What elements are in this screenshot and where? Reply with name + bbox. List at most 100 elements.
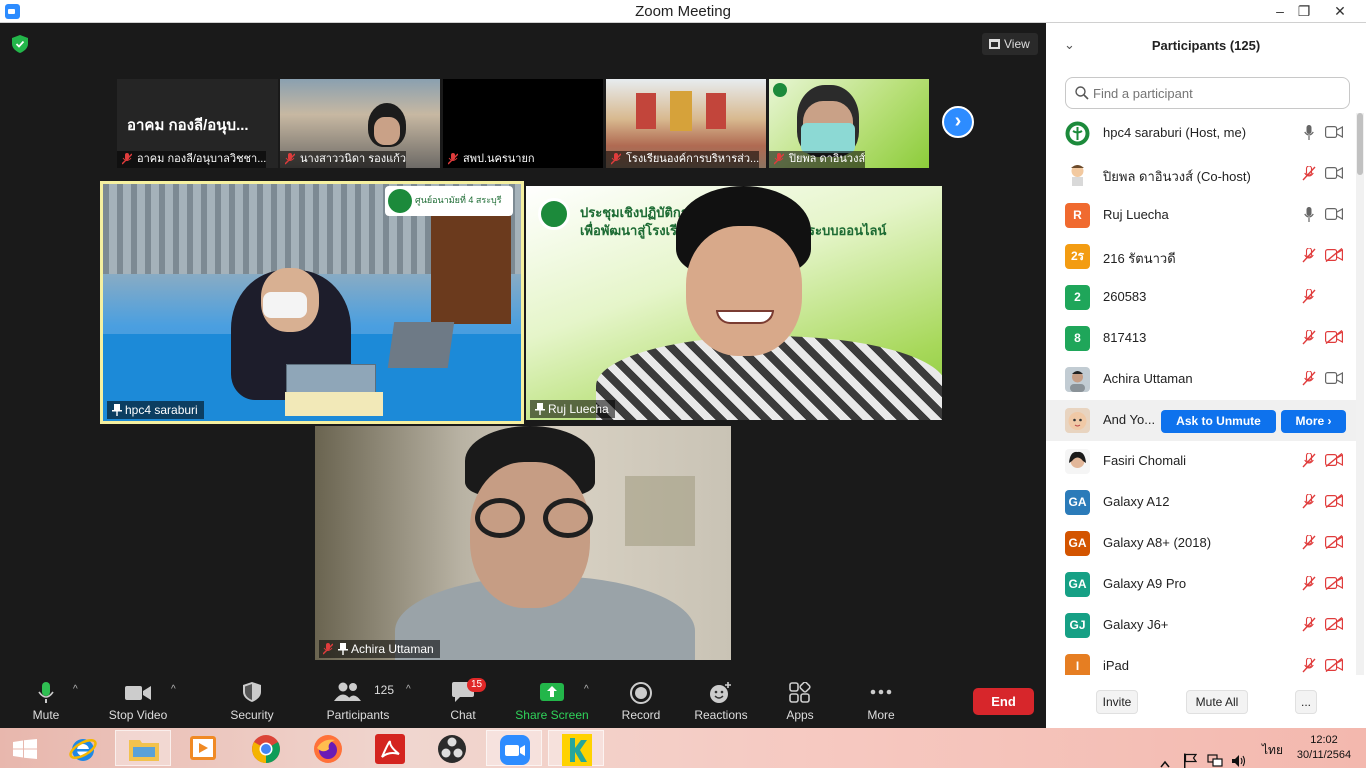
mic-muted-icon[interactable] [1302, 534, 1316, 555]
thumbnail-video[interactable]: อาคม กองลี/อนุบ... อาคม กองลี/อนุบาลวิชช… [117, 79, 278, 168]
video-off-icon [1325, 493, 1343, 513]
share-options-caret[interactable]: ^ [584, 684, 589, 695]
participants-options-caret[interactable]: ^ [406, 684, 411, 695]
mute-all-button[interactable]: Mute All [1186, 690, 1248, 714]
thumbnail-name: นางสาววนิดา รองแก้ว [300, 153, 407, 165]
input-language[interactable]: ไทย [1262, 741, 1283, 768]
search-input[interactable] [1093, 78, 1333, 108]
mic-muted-icon[interactable] [1302, 288, 1316, 309]
invite-button[interactable]: Invite [1096, 690, 1138, 714]
mic-muted-icon[interactable] [1302, 247, 1316, 268]
participant-row[interactable]: 8 817413 [1046, 318, 1356, 359]
mic-muted-icon[interactable] [1302, 657, 1316, 675]
thumbnail-label: อาคม กองลี/อนุบาลวิชชา... [117, 151, 267, 168]
mic-muted-icon[interactable] [1302, 616, 1316, 637]
stop-video-button[interactable]: Stop Video [104, 678, 172, 728]
participant-row[interactable]: hpc4 saraburi (Host, me) [1046, 113, 1356, 154]
video-tile-host[interactable]: ศูนย์อนามัยที่ 4 สระบุรี hpc4 saraburi [100, 181, 524, 424]
maximize-button[interactable]: ❐ [1286, 0, 1322, 22]
participant-row[interactable]: And Yo... Ask to Unmute More › [1046, 400, 1356, 441]
participant-avatar-image [1065, 449, 1090, 474]
thumbnail-video[interactable]: สพป.นครนายก [443, 79, 603, 168]
security-button[interactable]: Security [224, 678, 280, 728]
taskbar-chrome[interactable] [238, 730, 294, 766]
thumbnail-video[interactable]: โรงเรียนองค์การบริหารส่ว... [606, 79, 766, 168]
record-button[interactable]: Record [613, 678, 669, 728]
mute-options-caret[interactable]: ^ [73, 684, 78, 695]
apps-button[interactable]: Apps [776, 678, 824, 728]
participant-row[interactable]: 2ร 216 รัตนาวดี [1046, 236, 1356, 277]
video-options-caret[interactable]: ^ [171, 684, 176, 695]
chat-label: Chat [450, 708, 476, 722]
more-button[interactable]: More [858, 678, 904, 728]
participant-search[interactable] [1065, 77, 1350, 109]
security-label: Security [230, 708, 274, 722]
taskbar-clock[interactable]: 12:02 30/11/2564 [1292, 733, 1356, 763]
participant-row[interactable]: Achira Uttaman [1046, 359, 1356, 400]
mic-muted-icon[interactable] [1302, 493, 1316, 514]
start-button[interactable] [0, 730, 56, 766]
participant-name: 216 รัตนาวดี [1103, 251, 1176, 266]
thumbnail-name-display: อาคม กองลี/อนุบ... [127, 117, 249, 134]
mic-muted-icon[interactable] [1302, 165, 1316, 186]
show-hidden-icons-chevron[interactable] [1160, 744, 1170, 768]
mic-muted-icon [122, 153, 132, 165]
grid-view-icon [989, 39, 1000, 49]
mic-muted-icon[interactable] [1302, 452, 1316, 473]
thumbnail-video[interactable]: ปิยพล ดาอินวงส์ [769, 79, 929, 168]
action-center-flag-icon[interactable] [1183, 741, 1197, 768]
video-tile[interactable]: Achira Uttaman [315, 426, 731, 660]
volume-icon[interactable] [1231, 741, 1247, 768]
taskbar-obs[interactable] [424, 730, 480, 766]
taskbar-file-explorer[interactable] [115, 730, 171, 766]
close-button[interactable]: ✕ [1322, 0, 1358, 22]
mic-muted-icon [448, 153, 458, 165]
microphone-icon[interactable] [1304, 207, 1314, 227]
network-icon[interactable] [1207, 741, 1223, 768]
ask-to-unmute-button[interactable]: Ask to Unmute [1161, 410, 1276, 433]
mute-label: Mute [32, 708, 60, 722]
mic-muted-icon[interactable] [1302, 329, 1316, 350]
reactions-button[interactable]: Reactions [688, 678, 754, 728]
end-meeting-button[interactable]: End [973, 688, 1034, 715]
participant-row[interactable]: IiPad [1046, 646, 1356, 675]
scrollbar-thumb[interactable] [1357, 113, 1363, 175]
participants-button[interactable]: 125 Participants [322, 678, 394, 728]
participant-name: Ruj Luecha [1103, 207, 1169, 222]
mute-button[interactable]: Mute [16, 678, 76, 728]
participant-row[interactable]: 2 260583 [1046, 277, 1356, 318]
taskbar-firefox[interactable] [300, 730, 356, 766]
share-screen-label: Share Screen [515, 708, 589, 722]
participant-more-button[interactable]: More › [1281, 410, 1346, 433]
participant-list-scrollbar[interactable] [1356, 113, 1364, 675]
mic-muted-icon[interactable] [1302, 575, 1316, 596]
participant-row[interactable]: ปิยพล ดาอินวงส์ (Co-host) [1046, 154, 1356, 195]
video-tile[interactable]: ประชุมเชิงปฏิบัติการเครื เพื่อพัฒนาสู่โร… [526, 186, 942, 420]
thumbnail-video[interactable]: นางสาววนิดา รองแก้ว [280, 79, 440, 168]
mic-muted-icon[interactable] [1302, 370, 1316, 391]
taskbar-kahoot[interactable] [548, 730, 604, 766]
participant-row[interactable]: R Ruj Luecha [1046, 195, 1356, 236]
thumbnail-name: ปิยพล ดาอินวงส์ [789, 153, 866, 165]
participant-row[interactable]: GJ Galaxy J6+ [1046, 605, 1356, 646]
share-screen-icon [540, 683, 564, 701]
next-page-button[interactable]: › [942, 106, 974, 138]
participant-row[interactable]: Fasiri Chomali [1046, 441, 1356, 482]
video-off-icon [1325, 452, 1343, 472]
microphone-icon[interactable] [1304, 125, 1314, 145]
taskbar-internet-explorer[interactable] [56, 730, 112, 766]
chat-button[interactable]: 15 Chat [438, 678, 488, 728]
pin-icon [338, 643, 348, 655]
participant-row[interactable]: GA Galaxy A9 Pro [1046, 564, 1356, 605]
panel-more-button[interactable]: ... [1295, 690, 1317, 714]
participant-row[interactable]: GA Galaxy A12 [1046, 482, 1356, 523]
taskbar-media-player[interactable] [176, 730, 232, 766]
encryption-shield-icon[interactable] [12, 35, 28, 53]
view-button[interactable]: View [982, 33, 1038, 55]
participant-row[interactable]: GA Galaxy A8+ (2018) [1046, 523, 1356, 564]
taskbar-zoom[interactable] [486, 730, 542, 766]
window-titlebar: Zoom Meeting – ❐ ✕ [0, 0, 1366, 23]
share-screen-button[interactable]: Share Screen [512, 678, 592, 728]
taskbar-acrobat[interactable] [362, 730, 418, 766]
search-icon [1075, 86, 1089, 100]
